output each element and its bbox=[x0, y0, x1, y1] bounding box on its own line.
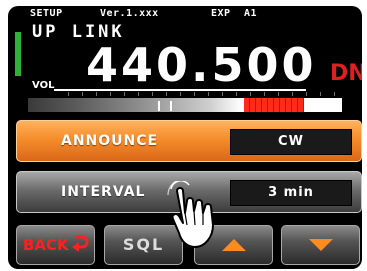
meter-tick bbox=[264, 92, 265, 96]
meter-tick bbox=[320, 92, 321, 96]
meter-tick bbox=[138, 92, 139, 96]
meter-tick bbox=[124, 92, 125, 96]
meter-tick bbox=[334, 92, 335, 96]
tapping-hand-icon bbox=[167, 181, 214, 248]
meter-segment-marker bbox=[158, 101, 160, 111]
volume-label: VOL bbox=[32, 80, 55, 91]
meter-tick bbox=[82, 92, 83, 96]
status-bar: SETUP Ver.1.xxx EXP A1 bbox=[8, 8, 362, 20]
meter-tick bbox=[194, 92, 195, 96]
shift-direction-indicator: DN bbox=[330, 61, 362, 86]
interval-label: INTERVAL bbox=[61, 184, 146, 200]
announce-value: CW bbox=[230, 129, 352, 155]
frequency-underline bbox=[54, 89, 306, 91]
meter-segment-marker bbox=[240, 101, 242, 111]
firmware-version: Ver.1.xxx bbox=[100, 8, 159, 19]
meter-tick bbox=[306, 92, 307, 96]
meter-tick bbox=[110, 92, 111, 96]
meter-tick bbox=[180, 92, 181, 96]
channel-tag: A1 bbox=[244, 8, 258, 19]
triangle-down-icon bbox=[309, 239, 333, 251]
meter-tick bbox=[68, 92, 69, 96]
down-button[interactable] bbox=[281, 225, 360, 265]
interval-value: 3 min bbox=[230, 180, 352, 206]
meter-tick bbox=[166, 92, 167, 96]
announce-label: ANNOUNCE bbox=[61, 133, 159, 149]
meter-tick bbox=[96, 92, 97, 96]
meter-segment-marker bbox=[170, 101, 172, 111]
meter-tick bbox=[152, 92, 153, 96]
exp-indicator: EXP bbox=[211, 8, 231, 19]
frequency-readout: 440.500 bbox=[86, 38, 317, 92]
meter-peak-fill bbox=[244, 98, 304, 112]
meter-tick bbox=[292, 92, 293, 96]
frequency-panel[interactable]: UP LINK VOL 440.500 DN bbox=[8, 20, 362, 94]
meter-tick bbox=[236, 92, 237, 96]
back-button[interactable]: BACK bbox=[16, 225, 95, 265]
menu-row-announce[interactable]: ANNOUNCE CW bbox=[16, 120, 362, 162]
meter-tick bbox=[208, 92, 209, 96]
meter-tick bbox=[250, 92, 251, 96]
meter-tick bbox=[222, 92, 223, 96]
meter-tick bbox=[278, 92, 279, 96]
vfo-indicator bbox=[15, 32, 21, 76]
return-arrow-icon bbox=[72, 235, 89, 252]
setup-mode-label: SETUP bbox=[30, 8, 63, 19]
back-label: BACK bbox=[23, 236, 69, 254]
